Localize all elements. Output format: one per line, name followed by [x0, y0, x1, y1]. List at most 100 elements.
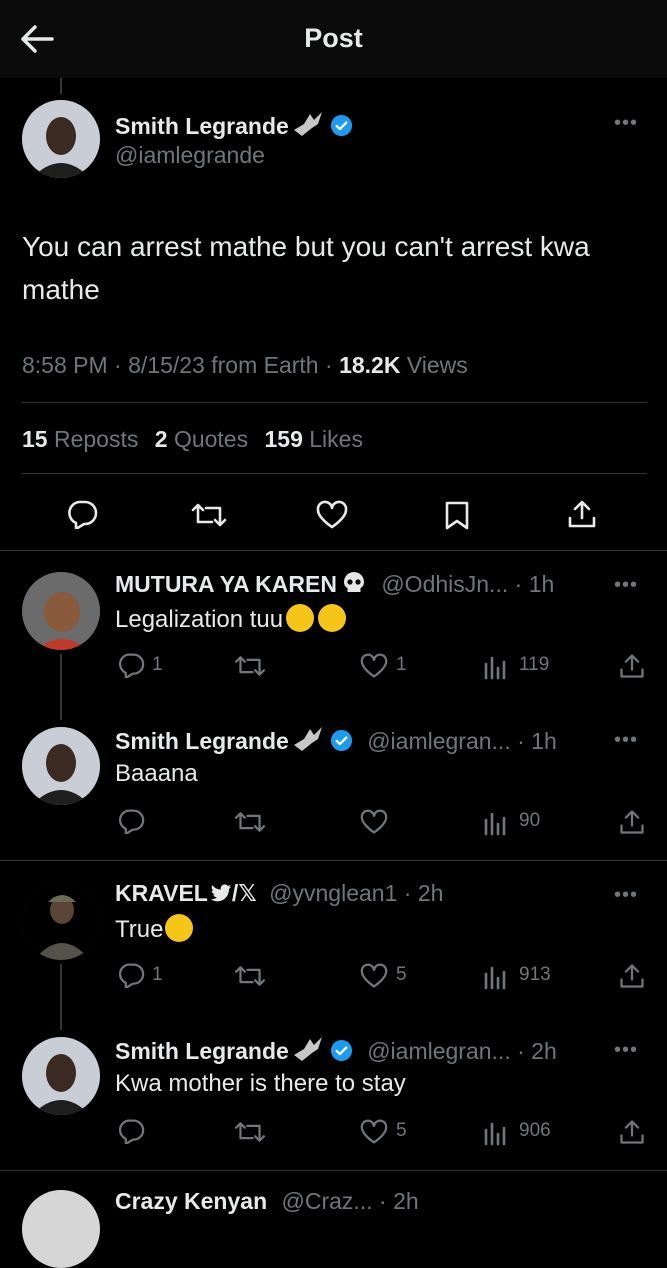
reply-actions: 90: [115, 806, 647, 838]
thread-line: [60, 654, 62, 720]
eagle-icon: [292, 1035, 324, 1069]
laughing-emoji-icon: [318, 604, 347, 632]
reply-time[interactable]: 2h: [531, 1038, 557, 1064]
reply-handle[interactable]: @Craz...: [282, 1188, 373, 1214]
post-time[interactable]: 8:58 PM: [22, 352, 108, 378]
reply-text: Baaana: [115, 760, 198, 787]
reply-author-name[interactable]: MUTURA YA KAREN: [115, 571, 337, 597]
reply-text: True: [115, 916, 164, 943]
share-icon[interactable]: [566, 498, 598, 530]
verified-badge-icon: [330, 1039, 353, 1062]
like-count: 5: [396, 1120, 407, 1141]
views-icon[interactable]: [483, 964, 509, 990]
like-icon[interactable]: [359, 653, 389, 679]
avatar[interactable]: [22, 572, 100, 650]
like-icon[interactable]: [359, 809, 389, 835]
views-count: 90: [519, 810, 541, 831]
share-icon[interactable]: [618, 808, 646, 836]
reply-actions: 1 1 119: [115, 650, 647, 682]
reply-icon[interactable]: [117, 808, 145, 834]
thread-line: [60, 964, 62, 1030]
avatar[interactable]: [22, 882, 100, 960]
repost-icon[interactable]: [233, 809, 267, 835]
views-count: 913: [519, 964, 551, 985]
reply-count: 1: [152, 964, 163, 985]
more-options-icon[interactable]: •••: [614, 1039, 638, 1062]
reply-author-name[interactable]: Crazy Kenyan: [115, 1188, 267, 1214]
reply-icon[interactable]: [66, 499, 98, 529]
reply-count: 1: [152, 654, 163, 675]
like-count: 1: [396, 654, 407, 675]
share-icon[interactable]: [618, 1118, 646, 1146]
post-date: 8/15/23 from Earth: [128, 352, 319, 378]
reply-text-line: Legalization tuu: [115, 604, 347, 634]
like-icon[interactable]: [359, 963, 389, 989]
like-count: 5: [396, 964, 407, 985]
reply-time[interactable]: 2h: [418, 880, 444, 906]
avatar[interactable]: [22, 1037, 100, 1115]
views-count: 906: [519, 1120, 551, 1141]
reply-actions: 1 5 913: [115, 960, 647, 992]
eagle-icon: [292, 110, 324, 144]
verified-badge-icon: [330, 729, 353, 752]
reply-handle[interactable]: @iamlegran...: [367, 1038, 511, 1064]
more-options-icon[interactable]: •••: [614, 729, 638, 752]
reposts-stat[interactable]: 15 Reposts: [22, 426, 138, 452]
avatar[interactable]: [22, 1190, 100, 1268]
divider: [22, 473, 647, 474]
reply-handle[interactable]: @iamlegran...: [367, 728, 511, 754]
quotes-count: 2: [154, 426, 168, 452]
reply-text: Kwa mother is there to stay: [115, 1070, 406, 1097]
reply-author-name[interactable]: Smith Legrande: [115, 728, 289, 754]
avatar[interactable]: [22, 100, 100, 178]
like-icon[interactable]: [359, 1119, 389, 1145]
repost-icon[interactable]: [233, 1119, 267, 1145]
reply-author-suffix: /𝕏: [231, 880, 257, 906]
reply-icon[interactable]: [117, 1118, 145, 1144]
views-label: Views: [406, 352, 468, 378]
post-meta: 8:58 PM · 8/15/23 from Earth · 18.2K Vie…: [22, 352, 468, 378]
engagement-stats: 15 Reposts 2 Quotes 159 Likes: [22, 426, 363, 453]
reply-header: Smith Legrande @iamlegran... · 1h: [115, 725, 557, 759]
views-icon[interactable]: [483, 1120, 509, 1146]
laughing-emoji-icon: [165, 914, 194, 942]
views-count: 119: [519, 654, 550, 675]
reply-time[interactable]: 2h: [393, 1188, 419, 1214]
likes-stat[interactable]: 159 Likes: [264, 426, 362, 452]
reply-time[interactable]: 1h: [529, 571, 555, 597]
author-handle[interactable]: @iamlegrande: [115, 142, 265, 169]
reply-icon[interactable]: [117, 652, 145, 678]
divider: [0, 860, 667, 861]
more-options-icon[interactable]: •••: [614, 574, 638, 597]
author-name[interactable]: Smith Legrande: [115, 113, 289, 139]
reply-header: KRAVEL/𝕏 @yvnglean1 · 2h: [115, 880, 443, 910]
views-icon[interactable]: [483, 810, 509, 836]
reply-author-name[interactable]: KRAVEL: [115, 880, 208, 906]
reply-handle[interactable]: @OdhisJn...: [381, 571, 508, 597]
reply-header: Crazy Kenyan @Craz... · 2h: [115, 1188, 419, 1214]
reply-author-name[interactable]: Smith Legrande: [115, 1038, 289, 1064]
quotes-stat[interactable]: 2 Quotes: [155, 426, 248, 452]
post-text: You can arrest mathe but you can't arres…: [22, 231, 590, 305]
reply-header: Smith Legrande @iamlegran... · 2h: [115, 1035, 557, 1069]
more-options-icon[interactable]: •••: [614, 884, 638, 907]
author-line: Smith Legrande: [115, 110, 353, 144]
likes-label: Likes: [309, 426, 363, 452]
avatar[interactable]: [22, 727, 100, 805]
divider: [22, 402, 647, 403]
views-icon[interactable]: [483, 654, 509, 680]
like-icon[interactable]: [315, 500, 349, 530]
repost-icon[interactable]: [233, 653, 267, 679]
bookmark-icon[interactable]: [443, 500, 471, 530]
reply-time[interactable]: 1h: [531, 728, 557, 754]
views-count: 18.2K: [339, 352, 401, 378]
repost-icon[interactable]: [190, 500, 228, 530]
quotes-label: Quotes: [173, 426, 249, 452]
reply-handle[interactable]: @yvnglean1: [269, 880, 397, 906]
reply-icon[interactable]: [117, 962, 145, 988]
more-options-icon[interactable]: •••: [614, 112, 638, 135]
share-icon[interactable]: [618, 652, 646, 680]
reply-actions: 5 906: [115, 1116, 647, 1148]
share-icon[interactable]: [618, 962, 646, 990]
repost-icon[interactable]: [233, 963, 267, 989]
